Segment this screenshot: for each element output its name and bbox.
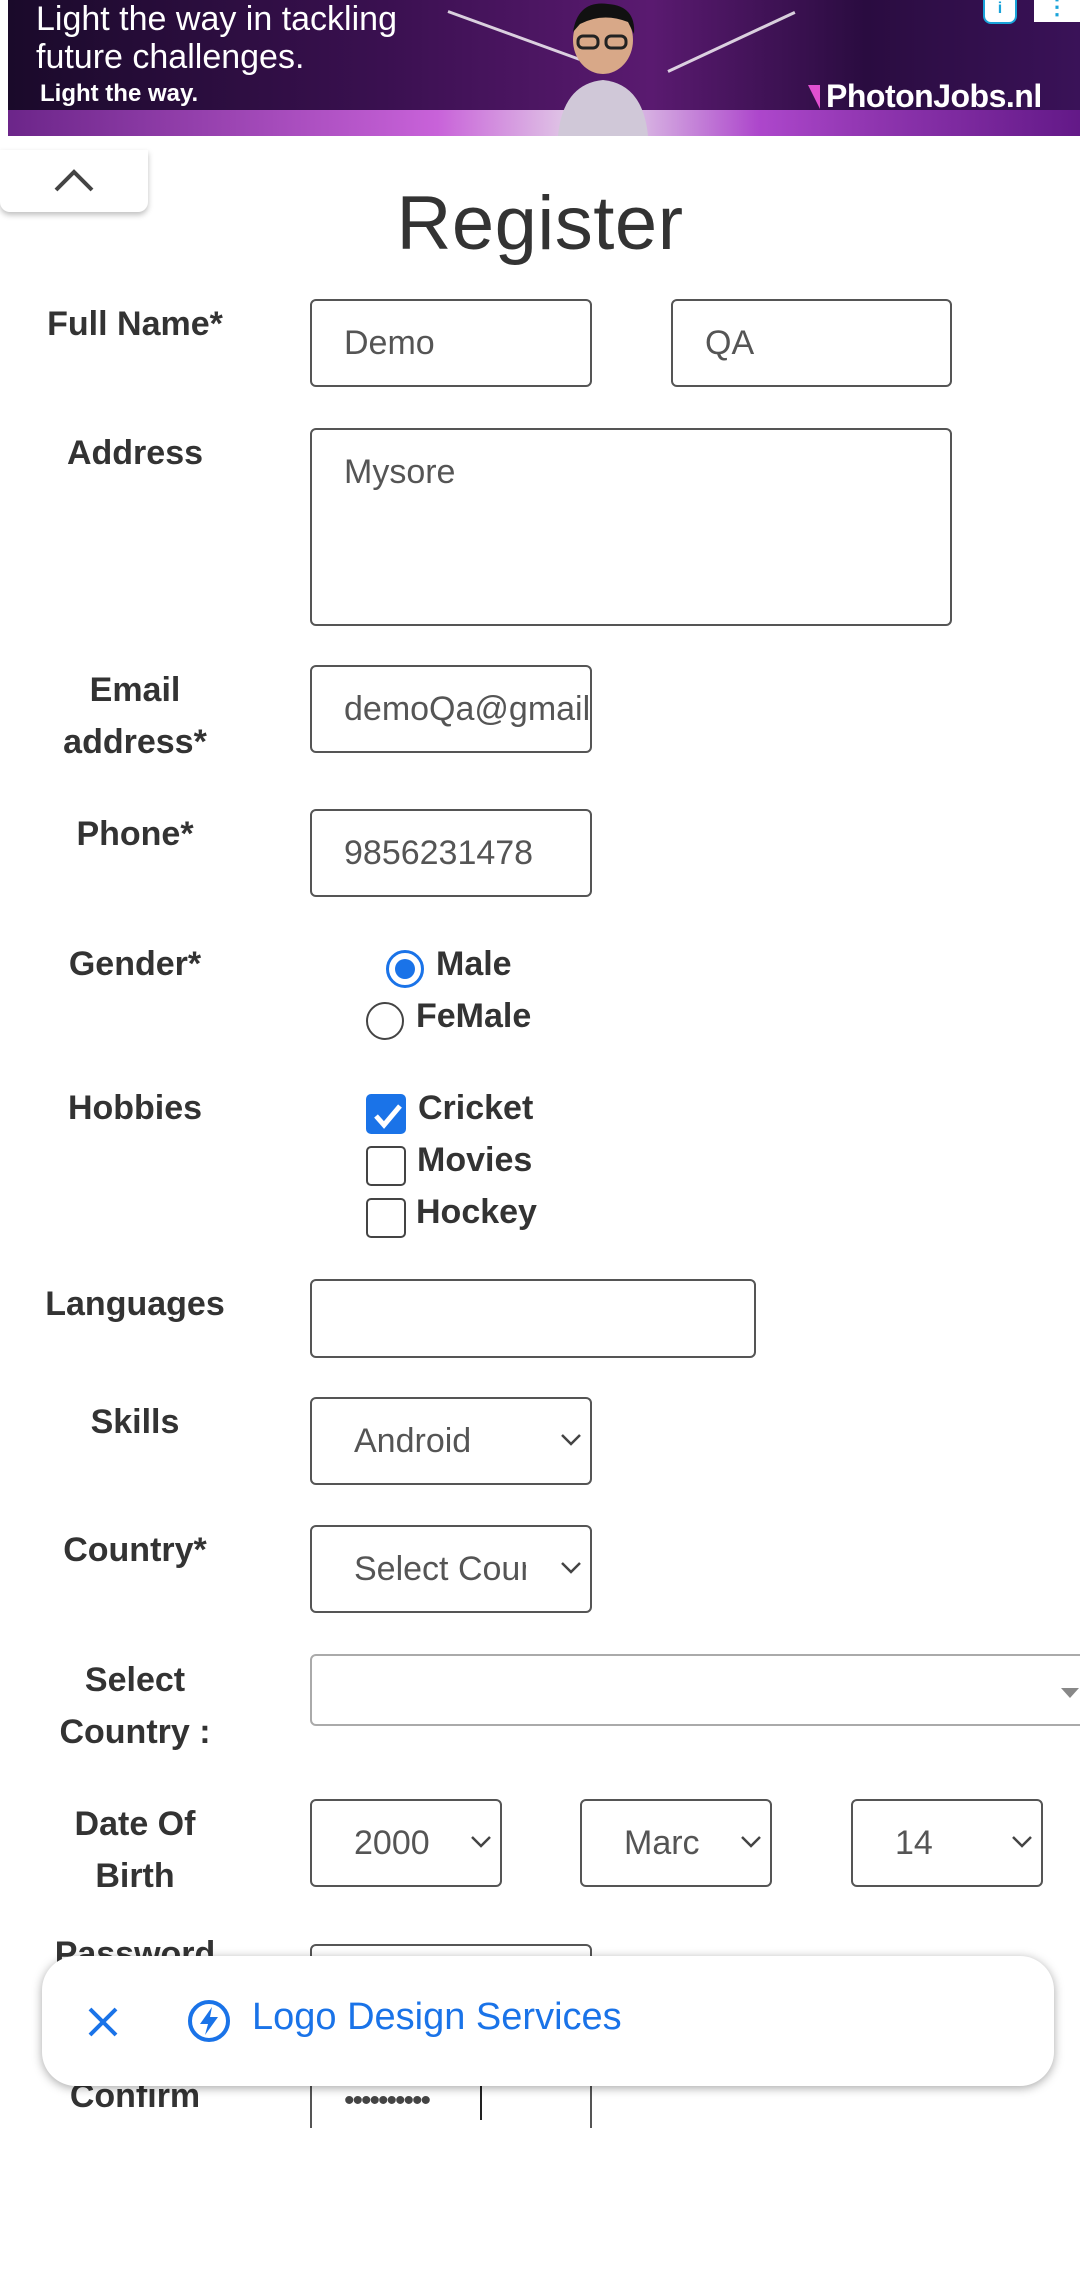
text-caret <box>480 2086 482 2120</box>
more-vert-icon[interactable]: ⋮ <box>1034 0 1080 22</box>
languages-input[interactable] <box>310 1279 756 1358</box>
gender-female-label: FeMale <box>416 997 532 1035</box>
hobby-cricket-label: Cricket <box>418 1089 534 1127</box>
country-select[interactable]: Select Country <box>310 1525 592 1613</box>
hobby-hockey-label: Hockey <box>416 1193 537 1231</box>
promo-bar[interactable]: Logo Design Services <box>42 1956 1054 2086</box>
dob-month-select[interactable]: March <box>580 1799 772 1887</box>
address-label: Address <box>66 434 204 472</box>
hobby-cricket-checkbox[interactable] <box>366 1094 406 1134</box>
first-name-input[interactable]: Demo <box>310 299 592 387</box>
gender-male-label: Male <box>436 945 512 983</box>
info-icon[interactable]: i <box>983 0 1017 24</box>
dob-label: Date Of Birth <box>74 1805 196 1895</box>
chevron-down-icon <box>741 1836 761 1848</box>
page-title: Register <box>396 181 684 266</box>
dob-day-select[interactable]: 14 <box>851 1799 1043 1887</box>
chevron-down-icon <box>561 1562 581 1574</box>
country-label: Country* <box>63 1531 207 1569</box>
gender-female-radio[interactable] <box>366 1002 404 1040</box>
full-name-label: Full Name* <box>47 305 223 343</box>
triangle-down-icon <box>1061 1688 1079 1698</box>
dob-year-value: 2000 <box>354 1824 430 1862</box>
skills-label: Skills <box>90 1403 180 1441</box>
dob-day-value: 14 <box>895 1824 933 1862</box>
email-input[interactable]: demoQa@gmail.com <box>310 665 592 753</box>
skills-select[interactable]: Android <box>310 1397 592 1485</box>
hobby-movies-label: Movies <box>417 1141 533 1179</box>
ad-brand-logo: PhotonJobs.nl <box>808 78 1042 115</box>
gender-label: Gender* <box>68 945 202 983</box>
hobbies-label: Hobbies <box>67 1089 203 1127</box>
ad-subline: Light the way. <box>40 80 199 107</box>
email-label: Email address* <box>63 671 207 761</box>
promo-link[interactable]: Logo Design Services <box>252 1996 622 2039</box>
ad-person-image <box>558 3 648 136</box>
languages-label: Languages <box>45 1285 225 1323</box>
bolt-icon <box>188 2000 230 2042</box>
last-name-input[interactable]: QA <box>671 299 952 387</box>
chevron-down-icon <box>471 1836 491 1848</box>
address-textarea[interactable]: Mysore <box>310 428 952 626</box>
checkmark-icon <box>374 1104 402 1129</box>
country-select-value: Select Country <box>354 1550 526 1588</box>
close-icon[interactable] <box>86 2005 120 2039</box>
select-country-dropdown[interactable] <box>310 1654 1080 1726</box>
dob-month-value: March <box>624 1824 700 1862</box>
phone-input[interactable]: 9856231478 <box>310 809 592 897</box>
select-country-label: Select Country : <box>59 1661 211 1751</box>
hobby-movies-checkbox[interactable] <box>366 1146 406 1186</box>
ad-banner[interactable]: Light the way in tackling future challen… <box>8 0 1080 136</box>
ad-headline: Light the way in tackling future challen… <box>36 0 397 76</box>
confirm-password-value: •••••••••• <box>344 2084 431 2117</box>
dob-year-select[interactable]: 2000 <box>310 1799 502 1887</box>
skills-select-value: Android <box>354 1422 472 1460</box>
chevron-down-icon <box>1012 1836 1032 1848</box>
chevron-down-icon <box>561 1434 581 1446</box>
gender-male-radio[interactable] <box>386 950 424 988</box>
phone-label: Phone* <box>76 815 194 853</box>
hobby-hockey-checkbox[interactable] <box>366 1198 406 1238</box>
